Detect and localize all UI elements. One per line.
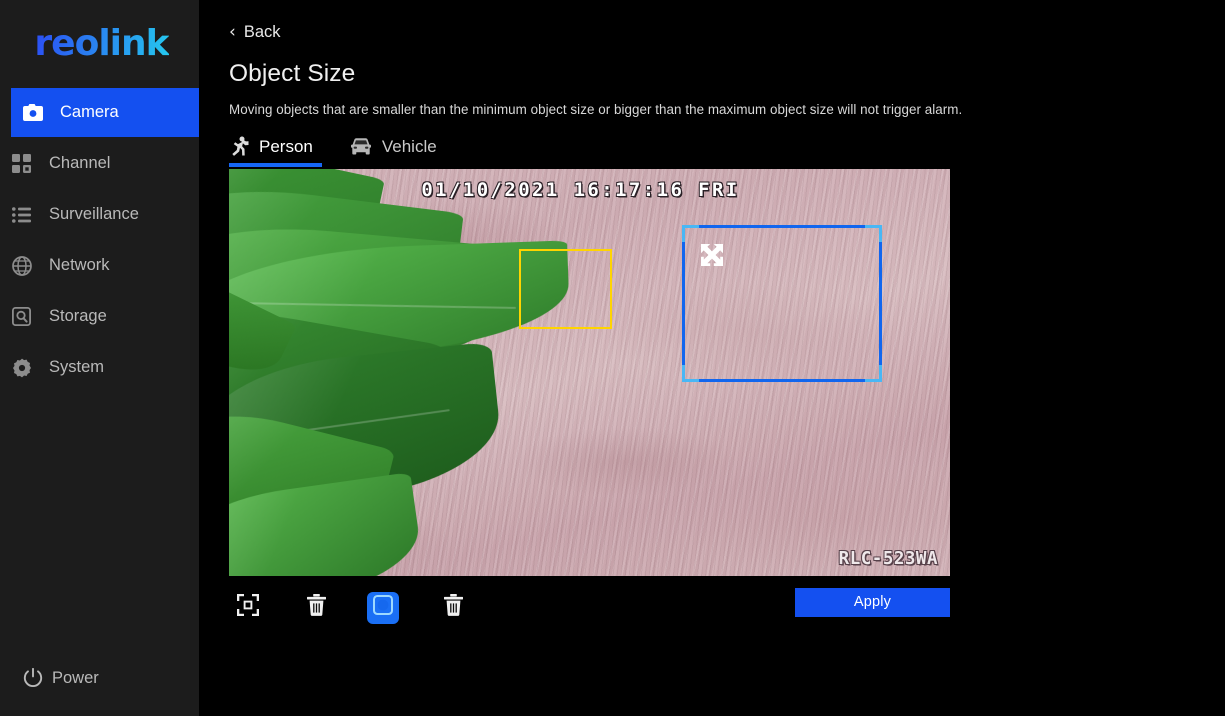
- running-person-icon: [229, 136, 250, 157]
- tab-active-indicator: [229, 162, 322, 167]
- resize-arrows-icon[interactable]: [699, 242, 725, 268]
- sidebar-item-surveillance[interactable]: Surveillance: [0, 190, 199, 239]
- sidebar-item-network[interactable]: Network: [0, 241, 199, 290]
- delete-max-size-button[interactable]: [434, 591, 472, 625]
- sidebar-item-channel[interactable]: Channel: [0, 139, 199, 188]
- sidebar-item-camera[interactable]: Camera: [11, 88, 199, 137]
- app-window: reolink Camera Channel Surveillance Netw…: [0, 0, 1225, 716]
- resize-corner-bottom-right[interactable]: [865, 364, 882, 382]
- list-icon: [12, 203, 42, 227]
- sidebar-item-label: System: [49, 358, 105, 377]
- camera-preview[interactable]: 01/10/2021 16:17:16 FRI RLC-523WA: [229, 168, 950, 576]
- drawing-toolbar: Apply: [229, 587, 950, 629]
- main-content: ‹ Back Object Size Moving objects that a…: [199, 0, 1225, 716]
- sidebar-item-label: Surveillance: [49, 205, 139, 224]
- max-size-icon: [372, 594, 394, 621]
- tab-label: Vehicle: [381, 136, 437, 156]
- sidebar-nav: Camera Channel Surveillance Network Stor…: [0, 88, 199, 392]
- gear-icon: [12, 356, 42, 380]
- power-icon: [23, 668, 43, 688]
- delete-min-size-button[interactable]: [297, 591, 335, 625]
- globe-icon: [12, 254, 42, 278]
- sidebar-item-system[interactable]: System: [0, 343, 199, 392]
- sidebar-item-label: Storage: [49, 307, 107, 326]
- maximum-object-size-box[interactable]: [682, 224, 882, 382]
- page-description: Moving objects that are smaller than the…: [229, 101, 963, 117]
- back-button[interactable]: ‹ Back: [229, 20, 315, 44]
- back-label: Back: [243, 22, 281, 41]
- video-frame: 01/10/2021 16:17:16 FRI RLC-523WA: [229, 168, 950, 576]
- minimum-object-size-box[interactable]: [519, 248, 612, 329]
- brand-logo: reolink: [0, 0, 199, 88]
- resize-corner-top-left[interactable]: [682, 224, 699, 242]
- power-button[interactable]: Power: [0, 662, 99, 694]
- sidebar-item-storage[interactable]: Storage: [0, 292, 199, 341]
- tab-label: Person: [259, 136, 313, 156]
- resize-corner-bottom-left[interactable]: [682, 364, 699, 382]
- grid-icon: [12, 152, 42, 176]
- sidebar-item-label: Camera: [60, 103, 119, 122]
- tab-person[interactable]: Person: [229, 131, 322, 167]
- sidebar: reolink Camera Channel Surveillance Netw…: [0, 0, 199, 716]
- resize-corner-top-right[interactable]: [865, 224, 882, 242]
- tab-bar: Person Vehicle: [229, 130, 950, 167]
- hard-drive-icon: [12, 305, 42, 329]
- draw-max-size-button[interactable]: [367, 591, 399, 624]
- min-size-icon: [237, 594, 259, 621]
- tab-vehicle[interactable]: Vehicle: [349, 131, 437, 164]
- sidebar-item-label: Channel: [49, 154, 111, 173]
- trash-icon: [443, 594, 463, 621]
- trash-icon: [306, 594, 326, 621]
- leaf-vein: [234, 301, 516, 309]
- chevron-left-icon: ‹: [229, 21, 236, 42]
- apply-button[interactable]: Apply: [795, 587, 950, 617]
- camera-model-watermark: RLC-523WA: [838, 548, 938, 569]
- camera-icon: [23, 101, 53, 125]
- page-title: Object Size: [229, 60, 356, 87]
- car-icon: [349, 137, 373, 156]
- draw-min-size-button[interactable]: [229, 591, 267, 625]
- video-timestamp: 01/10/2021 16:17:16 FRI: [421, 178, 740, 201]
- power-label: Power: [52, 668, 99, 687]
- brand-logo-text: reolink: [34, 23, 169, 64]
- sidebar-item-label: Network: [49, 256, 110, 275]
